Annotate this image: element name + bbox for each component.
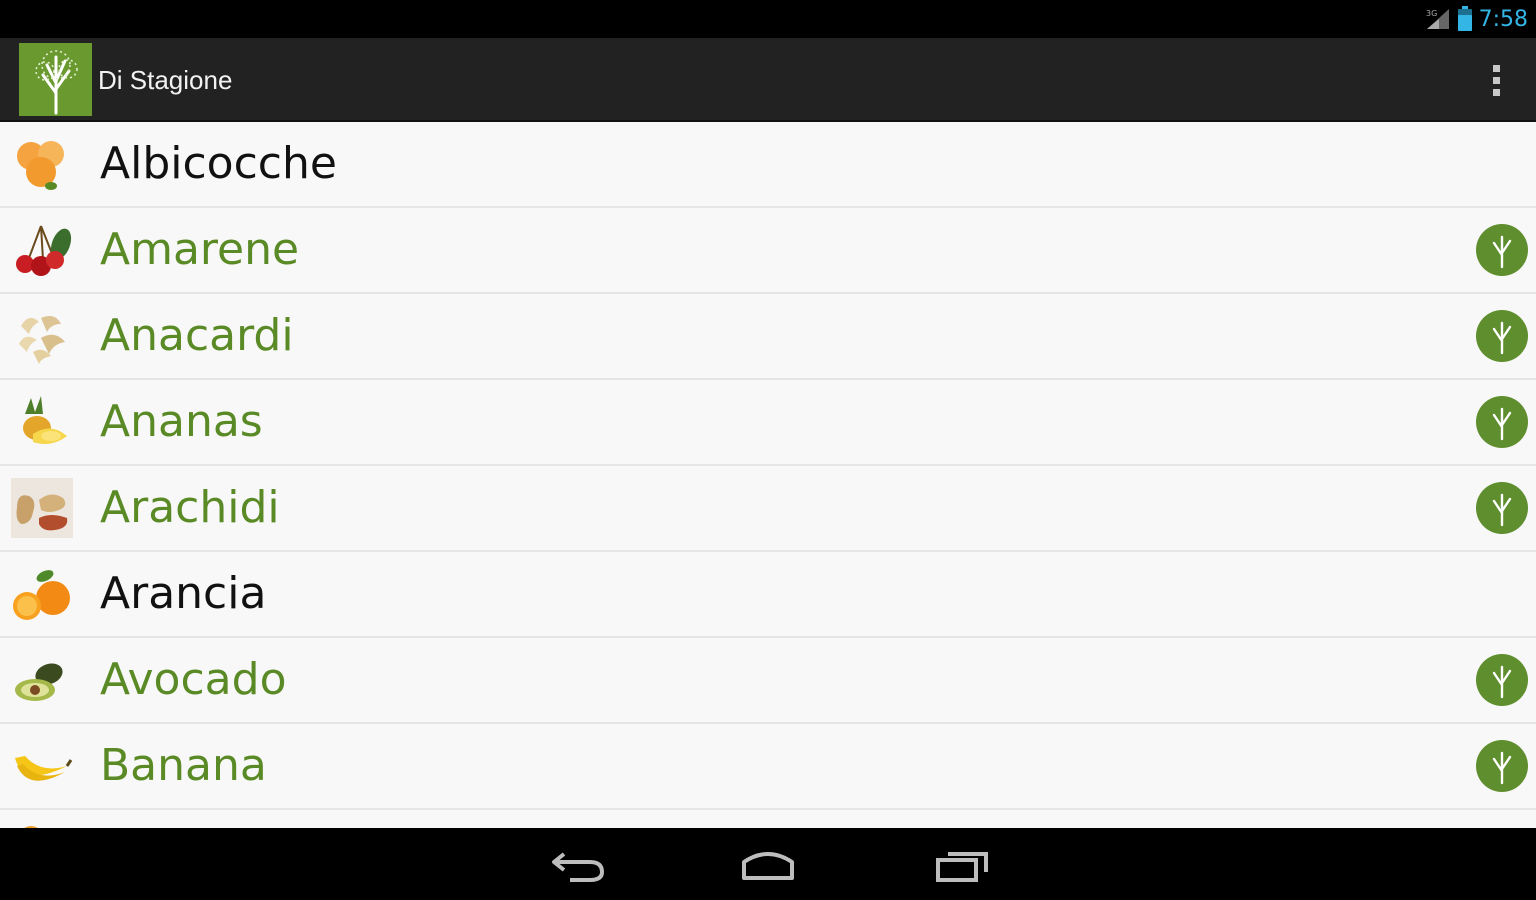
tree-icon [1492, 493, 1512, 527]
app-title: Di Stagione [98, 65, 233, 95]
tree-icon [1492, 235, 1512, 269]
in-season-badge [1476, 740, 1528, 792]
cashew-icon [19, 316, 65, 364]
signal-icon: 3G [1426, 9, 1449, 29]
status-bar: 3G 7:58 [0, 0, 1536, 38]
svg-text:3G: 3G [1426, 9, 1437, 18]
in-season-badge [1476, 654, 1528, 706]
fruit-icon [24, 826, 38, 828]
overflow-menu-button[interactable] [1486, 60, 1506, 100]
app-logo[interactable] [19, 43, 92, 116]
apricot-icon [17, 141, 64, 190]
battery-icon [1457, 6, 1472, 31]
in-season-badge [1476, 310, 1528, 362]
orange-icon [13, 570, 70, 620]
cherry-icon [16, 225, 72, 276]
list-item[interactable]: Avocado [0, 638, 1536, 724]
in-season-badge [1476, 396, 1528, 448]
list-item[interactable]: Arachidi [0, 466, 1536, 552]
status-icons: 3G 7:58 [1425, 4, 1528, 34]
tree-icon [34, 49, 78, 114]
in-season-badge [1476, 224, 1528, 276]
list-item-partial[interactable] [0, 810, 1536, 828]
home-icon[interactable] [738, 846, 798, 884]
pineapple-icon [23, 396, 67, 444]
item-label: Amarene [100, 224, 300, 275]
tree-icon [1492, 321, 1512, 355]
tree-icon [1492, 665, 1512, 699]
banana-icon [15, 756, 73, 781]
avocado-icon [15, 663, 63, 701]
recents-icon[interactable] [932, 846, 992, 884]
tree-icon [1492, 407, 1512, 441]
item-label: Banana [100, 740, 267, 791]
in-season-badge [1476, 482, 1528, 534]
clock: 7:58 [1478, 6, 1528, 32]
item-label: Avocado [100, 654, 287, 705]
overflow-menu-icon [1492, 64, 1500, 72]
list-item[interactable]: Amarene [0, 208, 1536, 294]
list-item[interactable]: Albicocche [0, 122, 1536, 208]
list-item[interactable]: Ananas [0, 380, 1536, 466]
list-item[interactable]: Anacardi [0, 294, 1536, 380]
item-label: Albicocche [100, 138, 337, 189]
peanut-icon [11, 478, 73, 538]
back-icon[interactable] [548, 846, 608, 884]
navigation-bar [0, 828, 1536, 900]
item-label: Ananas [100, 396, 263, 447]
list-item[interactable]: Arancia [0, 552, 1536, 638]
item-label: Arancia [100, 568, 267, 619]
item-label: Anacardi [100, 310, 294, 361]
item-label: Arachidi [100, 482, 280, 533]
list-item[interactable]: Banana [0, 724, 1536, 810]
action-bar: Di Stagione [0, 38, 1536, 123]
fruit-list[interactable]: Albicocche Amarene Anacardi Ananas Arach… [0, 122, 1536, 828]
tree-icon [1492, 751, 1512, 785]
